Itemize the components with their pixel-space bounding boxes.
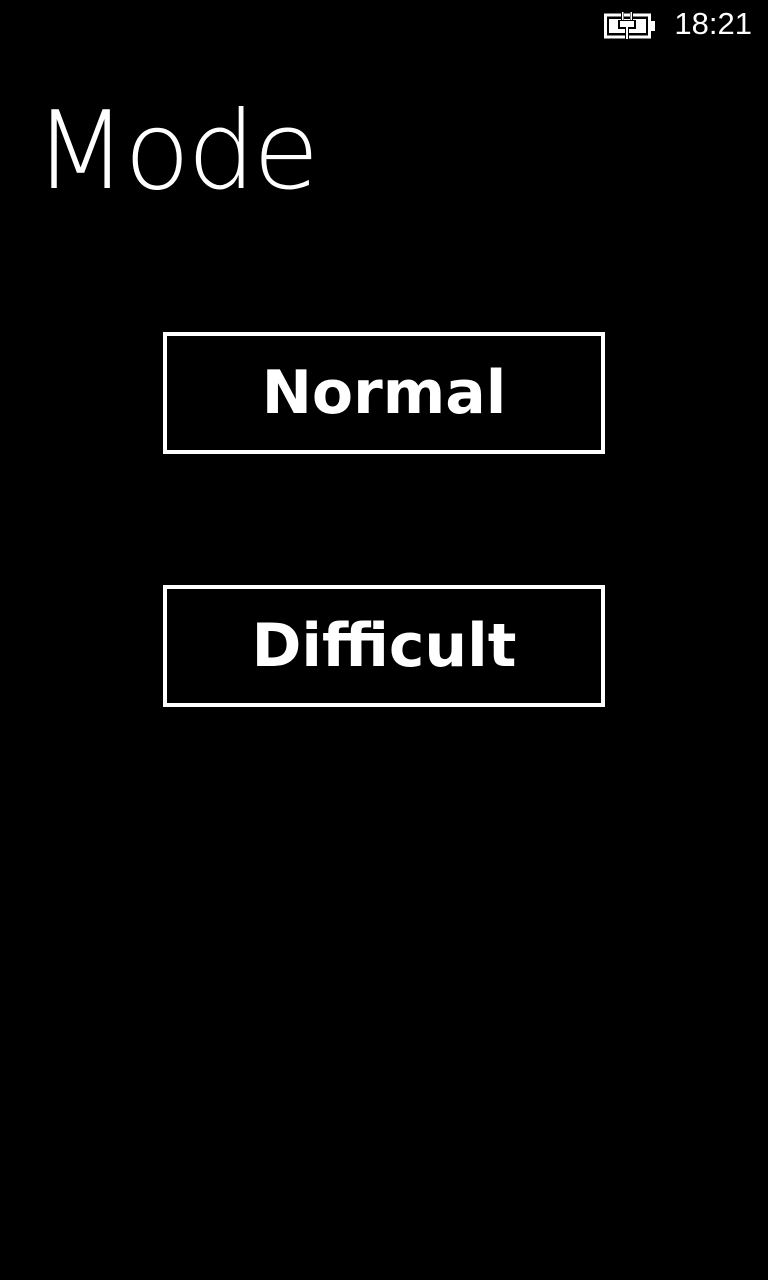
normal-mode-button-label: Normal xyxy=(261,358,507,428)
difficult-mode-button-label: Difficult xyxy=(251,611,517,681)
battery-charging-icon xyxy=(604,12,655,40)
page-title: Mode xyxy=(34,89,319,214)
normal-mode-button[interactable]: Normal xyxy=(163,332,605,454)
difficult-mode-button[interactable]: Difficult xyxy=(163,585,605,707)
status-bar: 18:21 xyxy=(0,0,768,50)
clock-time: 18:21 xyxy=(674,6,752,41)
